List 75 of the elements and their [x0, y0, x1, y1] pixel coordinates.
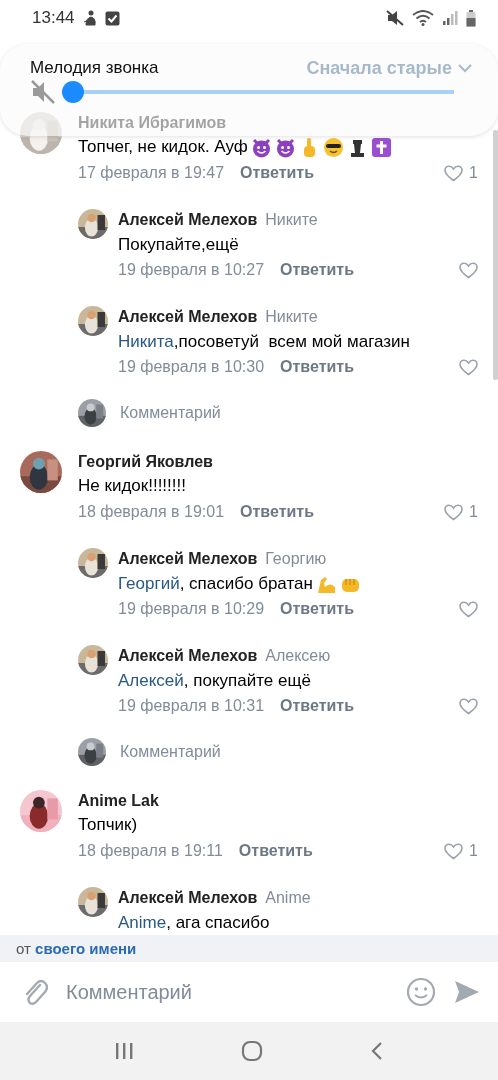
reply-link[interactable]: Ответить	[280, 697, 354, 715]
reply-link[interactable]: Ответить	[280, 600, 354, 618]
like-count: 1	[469, 842, 478, 860]
author-name[interactable]: Алексей Мелехов	[118, 550, 258, 568]
comment-text: Георгий, спасибо братан	[118, 574, 313, 594]
comment-text: Топчег, не кидок. Ауф	[78, 137, 248, 157]
back-icon[interactable]	[370, 1041, 385, 1061]
chevron-down-icon	[458, 63, 472, 73]
author-name[interactable]: Алексей Мелехов	[118, 211, 258, 229]
comment-text: Алексей, покупайте ещё	[118, 671, 311, 691]
like-icon[interactable]	[444, 842, 464, 860]
send-icon[interactable]	[454, 979, 480, 1005]
reply-link[interactable]: Ответить	[238, 842, 313, 860]
wifi-icon	[412, 10, 434, 26]
comment-date: 19 февраля в 10:30	[118, 358, 265, 376]
comment-date: 18 февраля в 19:01	[78, 503, 225, 521]
checkbox-notification-icon	[104, 10, 120, 26]
sunglasses-emoji-icon	[322, 136, 344, 158]
reply-link[interactable]: Ответить	[240, 164, 314, 182]
like-count: 1	[469, 164, 478, 182]
posting-as-text: от своего имени	[16, 940, 137, 957]
panel-title: Мелодия звонка	[30, 58, 159, 78]
like-icon[interactable]	[459, 261, 478, 279]
like-icon[interactable]	[459, 600, 478, 618]
author-name[interactable]: Георгий Яковлев	[78, 453, 213, 471]
comment-date: 19 февраля в 10:31	[118, 697, 265, 715]
like-count: 1	[469, 503, 478, 521]
mention-link[interactable]: Никита	[118, 332, 174, 351]
devil-emoji-icon	[250, 136, 272, 158]
comment-date: 19 февраля в 10:29	[118, 600, 265, 618]
author-name[interactable]: Anime Lak	[78, 792, 159, 810]
comment-field[interactable]: Комментарий	[120, 743, 221, 761]
comment-text: Топчик)	[78, 815, 138, 835]
home-icon[interactable]	[241, 1040, 263, 1062]
addressee-name: Георгию	[265, 550, 327, 568]
mention-link[interactable]: Anime	[118, 913, 167, 932]
status-time: 13:44	[32, 8, 75, 28]
slider-thumb[interactable]	[62, 81, 84, 103]
posting-as-link[interactable]: своего имени	[35, 940, 137, 957]
addressee-name: Anime	[265, 889, 311, 907]
addressee-name: Никите	[265, 308, 318, 326]
author-name[interactable]: Алексей Мелехов	[118, 308, 258, 326]
reply-link[interactable]: Ответить	[280, 261, 354, 279]
like-icon[interactable]	[459, 358, 478, 376]
recent-apps-icon[interactable]	[113, 1041, 134, 1061]
scrollbar[interactable]	[493, 130, 498, 380]
comment-input[interactable]: Комментарий	[66, 980, 388, 1004]
addressee-name: Алексею	[265, 647, 331, 665]
comment-field[interactable]: Комментарий	[120, 404, 221, 422]
like-icon[interactable]	[444, 503, 464, 521]
devil-emoji-icon	[274, 136, 296, 158]
author-name[interactable]: Алексей Мелехов	[118, 647, 258, 665]
comment-text: Покупайте,ещё	[118, 235, 239, 255]
mention-link[interactable]: Георгий	[118, 574, 180, 593]
emoji-icon[interactable]	[406, 977, 436, 1007]
comment-text: Не кидок!!!!!!!!	[78, 476, 186, 496]
mention-link[interactable]: Алексей	[118, 671, 184, 690]
like-icon[interactable]	[459, 697, 478, 715]
battery-icon	[466, 9, 476, 27]
author-name[interactable]: Никита Ибрагимов	[78, 114, 227, 132]
comment-date: 19 февраля в 10:27	[118, 261, 265, 279]
comment-date: 18 февраля в 19:11	[78, 842, 223, 860]
signal-icon	[442, 10, 458, 26]
comment-text: Anime, ага спасибо	[118, 913, 270, 933]
cross-emoji-icon	[370, 136, 392, 158]
mute-icon[interactable]	[30, 79, 56, 105]
addressee-name: Никите	[265, 211, 318, 229]
comment-date: 17 февраля в 19:47	[78, 164, 225, 182]
like-icon[interactable]	[444, 164, 464, 182]
reply-link[interactable]: Ответить	[280, 358, 354, 376]
notification-icon	[82, 10, 97, 26]
author-name[interactable]: Алексей Мелехов	[118, 889, 258, 907]
mute-icon	[386, 10, 404, 26]
reply-link[interactable]: Ответить	[240, 503, 314, 521]
comment-text: Никита,посоветуй всем мой магазин	[118, 332, 410, 352]
